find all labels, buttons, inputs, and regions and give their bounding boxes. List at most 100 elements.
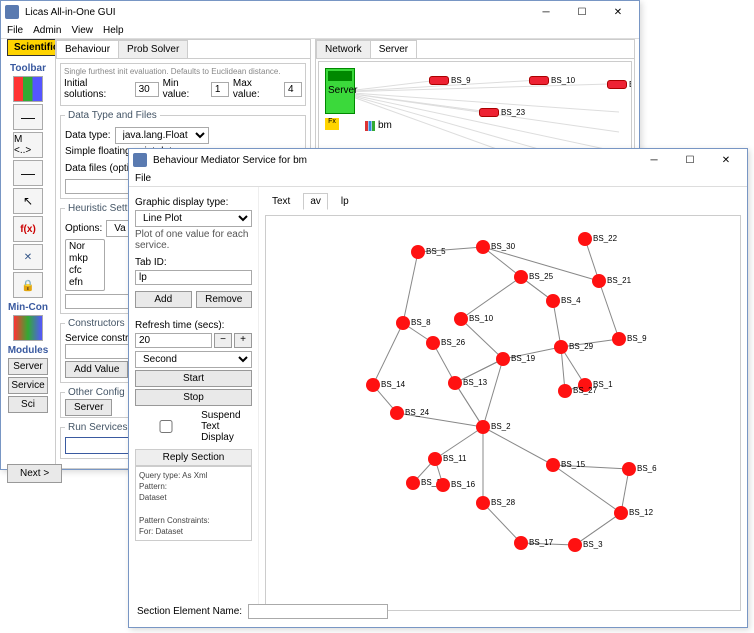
graph-node-label: BS_29	[569, 342, 593, 351]
side-panel: Graphic display type: Line Plot Plot of …	[129, 187, 259, 617]
menu-help[interactable]: Help	[103, 25, 124, 36]
module-sci[interactable]: Sci	[8, 396, 48, 413]
refresh-input[interactable]	[135, 333, 212, 348]
remove-button[interactable]: Remove	[196, 291, 253, 308]
graph-canvas[interactable]: BS_5BS_30BS_22BS_25BS_21BS_4BS_8BS_10BS_…	[265, 215, 741, 611]
minimize-button-2[interactable]: ─	[641, 155, 667, 166]
graph-node[interactable]	[578, 232, 592, 246]
bm-node[interactable]: bm	[365, 120, 392, 131]
graph-node[interactable]	[476, 240, 490, 254]
arrow-icon[interactable]	[13, 188, 43, 214]
menu-admin[interactable]: Admin	[33, 25, 61, 36]
section-el-input[interactable]	[248, 604, 388, 619]
bs-node[interactable]	[429, 76, 449, 85]
addvalue-button[interactable]: Add Value	[65, 361, 128, 378]
graph-node[interactable]	[558, 384, 572, 398]
grid-icon[interactable]	[13, 76, 43, 102]
graph-node[interactable]	[622, 462, 636, 476]
graph-node[interactable]	[612, 332, 626, 346]
bs-node[interactable]	[479, 108, 499, 117]
graph-node[interactable]	[426, 336, 440, 350]
titlebar-2: Behaviour Mediator Service for bm ─ ☐ ✕	[129, 149, 747, 171]
refresh-minus[interactable]: −	[214, 333, 232, 348]
graph-node[interactable]	[476, 420, 490, 434]
graph-node[interactable]	[428, 452, 442, 466]
graph-node[interactable]	[592, 274, 606, 288]
graph-node[interactable]	[411, 245, 425, 259]
bs-label: BS_9	[451, 76, 471, 85]
bars-icon[interactable]	[13, 160, 43, 186]
window-title-2: Behaviour Mediator Service for bm	[153, 155, 641, 166]
lock-icon[interactable]	[13, 272, 43, 298]
fx-icon[interactable]: f(x)	[13, 216, 43, 242]
bs-node[interactable]	[529, 76, 549, 85]
mediator-window: Behaviour Mediator Service for bm ─ ☐ ✕ …	[128, 148, 748, 628]
graph-node-label: BS_11	[443, 454, 466, 463]
init-sol-input[interactable]	[135, 82, 159, 97]
toolbar-header: Toolbar	[7, 63, 49, 74]
graph-node[interactable]	[614, 506, 628, 520]
graph-node[interactable]	[514, 536, 528, 550]
maxv-input[interactable]	[284, 82, 302, 97]
gtab-text[interactable]: Text	[265, 193, 297, 210]
menu-file-2[interactable]: File	[135, 173, 151, 184]
close-button-2[interactable]: ✕	[713, 155, 739, 166]
tab-probsolver[interactable]: Prob Solver	[118, 40, 188, 58]
close-button[interactable]: ✕	[605, 7, 631, 18]
graph-node[interactable]	[396, 316, 410, 330]
tab-server[interactable]: Server	[370, 40, 417, 58]
server-node[interactable]: Server	[325, 68, 355, 114]
module-service[interactable]: Service	[8, 377, 48, 394]
graph-node-label: BS_26	[441, 338, 465, 347]
bs-label: BS_10	[551, 76, 575, 85]
graph-node[interactable]	[436, 478, 450, 492]
maximize-button[interactable]: ☐	[569, 7, 595, 18]
mincon-icon[interactable]	[13, 315, 43, 341]
module-server[interactable]: Server	[8, 358, 48, 375]
graph-node-label: BS_25	[529, 272, 553, 281]
maximize-button-2[interactable]: ☐	[677, 155, 703, 166]
next-button[interactable]: Next >	[7, 464, 62, 483]
menu-view[interactable]: View	[71, 25, 93, 36]
gtype-select[interactable]: Line Plot	[135, 210, 252, 227]
graph-node[interactable]	[476, 496, 490, 510]
tab-network[interactable]: Network	[316, 40, 371, 58]
graph-node[interactable]	[448, 376, 462, 390]
tab-behaviour[interactable]: Behaviour	[56, 40, 119, 58]
graph-node[interactable]	[546, 294, 560, 308]
tabid-input[interactable]	[135, 270, 252, 285]
gtab-lp[interactable]: lp	[334, 193, 356, 210]
gtab-av[interactable]: av	[303, 193, 328, 210]
menu-file[interactable]: File	[7, 25, 23, 36]
window-title: Licas All-in-One GUI	[25, 7, 533, 18]
graph-node[interactable]	[454, 312, 468, 326]
add-button[interactable]: Add	[135, 291, 192, 308]
suspend-checkbox[interactable]	[135, 420, 197, 433]
start-button[interactable]: Start	[135, 370, 252, 387]
minimize-button[interactable]: ─	[533, 7, 559, 18]
graph-node[interactable]	[568, 538, 582, 552]
bs-node[interactable]	[607, 80, 627, 89]
graph-node[interactable]	[546, 458, 560, 472]
graph-node[interactable]	[366, 378, 380, 392]
refresh-plus[interactable]: +	[234, 333, 252, 348]
options-list[interactable]: Normkpcfcefn	[65, 239, 105, 291]
server-config-button[interactable]: Server	[65, 399, 112, 416]
m-icon[interactable]: M <..>	[13, 132, 43, 158]
graph-node[interactable]	[406, 476, 420, 490]
graph-node[interactable]	[554, 340, 568, 354]
graph-node[interactable]	[496, 352, 510, 366]
graph-node[interactable]	[390, 406, 404, 420]
graph-node-label: BS_21	[607, 276, 631, 285]
tools-icon[interactable]	[13, 244, 43, 270]
graph-node-label: BS_17	[529, 538, 553, 547]
refresh-unit[interactable]: Second	[135, 351, 252, 368]
fx-node[interactable]: Fx	[325, 118, 339, 130]
datatype-select[interactable]: java.lang.Float	[115, 127, 209, 144]
graph-node[interactable]	[514, 270, 528, 284]
minv-input[interactable]	[211, 82, 229, 97]
bs-label: BS_23	[501, 108, 525, 117]
minv-label: Min value:	[163, 78, 207, 100]
line-icon[interactable]	[13, 104, 43, 130]
stop-button[interactable]: Stop	[135, 389, 252, 406]
